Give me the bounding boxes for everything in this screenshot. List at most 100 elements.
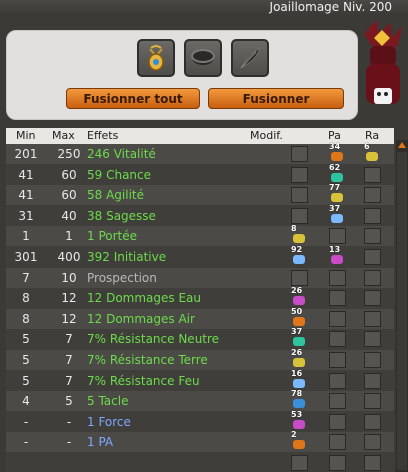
cell-min: 7 (22, 270, 30, 285)
ra-slot[interactable] (364, 352, 381, 368)
rune-slot-modif[interactable]: 92 (290, 246, 308, 266)
belt-icon (191, 49, 215, 65)
modif-slot[interactable] (291, 187, 308, 204)
rune-slot-modif[interactable]: 16 (290, 368, 308, 390)
pa-slot[interactable] (329, 372, 346, 389)
table-row: 8 12 12 Dommages Eau 26 (6, 287, 394, 309)
ra-slot[interactable] (364, 434, 381, 451)
ra-slot[interactable] (364, 187, 381, 204)
rune-slot-modif[interactable]: 53 (290, 410, 308, 431)
merge-all-button[interactable]: Fusionner tout (66, 88, 200, 109)
pa-slot[interactable] (329, 434, 346, 451)
cell-effect: 5 Tacle (87, 394, 129, 409)
rune-gem-icon (331, 193, 343, 203)
table-row: 31 40 38 Sagesse 37 (6, 204, 394, 226)
rune-slot-modif[interactable]: 50 (290, 306, 308, 328)
cell-max: 10 (61, 270, 77, 285)
rune-gem-icon (331, 255, 343, 264)
modif-slot[interactable] (291, 455, 308, 471)
table-row: 5 7 7% Résistance Feu 16 (6, 368, 394, 391)
table-row: --1 PA 2 (6, 431, 394, 453)
cell-min: 5 (22, 353, 30, 367)
rune-gem-icon (293, 419, 305, 429)
pa-slot[interactable] (329, 413, 346, 430)
scroll-up-arrow[interactable] (398, 142, 406, 148)
rune-slot-pa[interactable]: 77 (328, 184, 346, 204)
table-row: 7 10 Prospection (6, 267, 394, 288)
rune-slot-modif[interactable]: 26 (290, 287, 308, 307)
rune-slot-pa[interactable]: 62 (328, 162, 346, 184)
table-row: 5 7 7% Résistance Neutre 37 (6, 328, 394, 350)
pa-slot[interactable] (329, 455, 346, 471)
cell-max: 5 (65, 394, 73, 409)
pa-slot[interactable] (329, 310, 346, 327)
cell-min: 4 (22, 394, 30, 409)
item-slot-amulet[interactable] (137, 39, 175, 77)
rune-slot-pa[interactable]: 37 (328, 204, 346, 225)
rune-slot-pa[interactable]: 13 (328, 246, 346, 266)
ra-slot[interactable] (364, 249, 381, 265)
table-row: 201 250 246 Vitalité 34 6 (6, 143, 394, 164)
rune-gem-icon (331, 213, 343, 223)
header-min: Min (16, 129, 36, 142)
cell-min: 301 (14, 250, 38, 264)
rune-slot-modif[interactable]: 78 (290, 389, 308, 410)
item-slot-belt[interactable] (184, 39, 222, 77)
pa-slot[interactable] (329, 331, 346, 348)
character-portrait (356, 16, 408, 116)
modif-slot[interactable] (291, 207, 308, 224)
cell-effect: 1 PA (87, 435, 114, 450)
pa-slot[interactable] (329, 290, 346, 307)
table-row: 4 5 5 Tacle 78 (6, 389, 394, 412)
rune-slot-modif[interactable]: 8 (290, 225, 308, 245)
cell-effect: 7% Résistance Neutre (87, 332, 220, 347)
rune-count: 62 (329, 162, 341, 172)
cell-min: 5 (22, 373, 30, 388)
rune-count: 78 (291, 389, 303, 399)
cell-max: 250 (57, 147, 81, 161)
ra-slot[interactable] (364, 228, 381, 245)
rune-gem-icon (293, 316, 305, 326)
header-modif: Modif. (250, 129, 283, 142)
pa-slot[interactable] (329, 393, 346, 410)
cell-min: 8 (22, 291, 30, 306)
pa-slot[interactable] (329, 352, 346, 368)
pa-slot[interactable] (329, 269, 346, 286)
cell-max: 60 (61, 188, 77, 203)
rune-gem-icon (293, 234, 305, 244)
merge-button[interactable]: Fusionner (208, 88, 344, 109)
modif-slot[interactable] (291, 166, 308, 183)
cell-effect: 392 Initiative (87, 250, 167, 264)
ra-slot[interactable] (364, 166, 381, 183)
modif-slot[interactable] (291, 146, 308, 162)
rune-slot-ra[interactable]: 6 (363, 143, 381, 163)
pa-slot[interactable] (329, 228, 346, 245)
ra-slot[interactable] (364, 207, 381, 224)
rune-slot-modif[interactable]: 37 (290, 328, 308, 348)
ra-slot[interactable] (364, 331, 381, 348)
rune-count: 16 (291, 368, 303, 378)
rune-gem-icon (293, 399, 305, 409)
ra-slot[interactable] (364, 455, 381, 471)
rune-count: 50 (291, 306, 303, 316)
ra-slot[interactable] (364, 393, 381, 410)
rune-slot-modif[interactable]: 26 (290, 349, 308, 369)
cell-min: 5 (22, 332, 30, 347)
table-row: 5 7 7% Résistance Terre 26 (6, 349, 394, 370)
rune-gem-icon (293, 440, 305, 450)
rune-slot-modif[interactable]: 2 (290, 431, 308, 451)
rune-slot-pa[interactable]: 34 (328, 143, 346, 163)
item-slot-feather[interactable] (231, 39, 269, 77)
ra-slot[interactable] (364, 290, 381, 307)
scrollbar[interactable] (396, 140, 408, 472)
scroll-track[interactable] (397, 152, 407, 470)
ra-slot[interactable] (364, 413, 381, 430)
ra-slot[interactable] (364, 372, 381, 389)
modif-slot[interactable] (291, 269, 308, 286)
ra-slot[interactable] (364, 310, 381, 327)
header-max: Max (52, 129, 75, 142)
cell-max: 7 (65, 373, 73, 388)
ra-slot[interactable] (364, 269, 381, 286)
cell-effect: 1 Portée (87, 229, 138, 244)
cell-min: 31 (18, 208, 34, 223)
